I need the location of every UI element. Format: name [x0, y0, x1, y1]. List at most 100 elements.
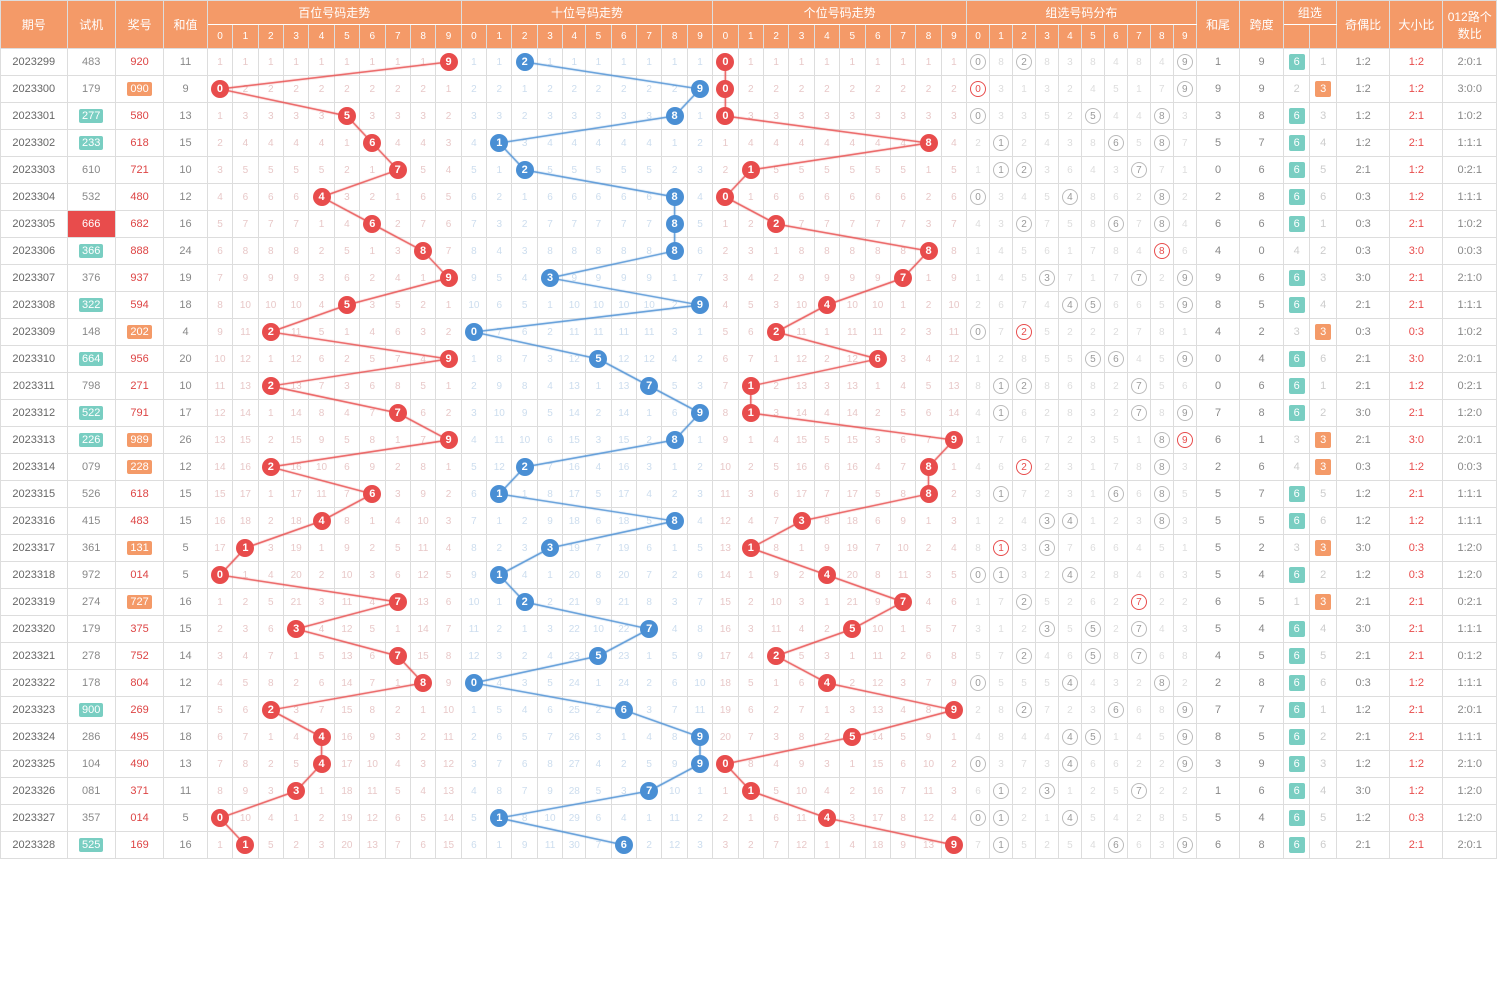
route-cell: 2:1:0: [1443, 751, 1497, 778]
oe-cell: 0:3: [1337, 238, 1390, 265]
sum-cell: 12: [164, 184, 208, 211]
sel3-cell: 3: [1310, 751, 1337, 778]
sel6-cell: 6: [1283, 265, 1310, 292]
route-cell: 1:1:1: [1443, 724, 1497, 751]
route-cell: 2:1:0: [1443, 265, 1497, 292]
span-cell: 0: [1240, 238, 1284, 265]
header-route[interactable]: 012路个数比: [1443, 1, 1497, 49]
issue-cell: 2023326: [1, 778, 68, 805]
header-oe[interactable]: 奇偶比: [1337, 1, 1390, 49]
group-circle: 2: [1016, 54, 1032, 70]
jh-cell: 682: [115, 211, 163, 238]
sel6-cell: 6: [1283, 373, 1310, 400]
bs-cell: 0:3: [1390, 535, 1443, 562]
trend-ball: 3: [541, 539, 559, 557]
trend-ball: 0: [465, 323, 483, 341]
header-shiji[interactable]: 试机: [67, 1, 115, 49]
table-row: 2023304532480124666432165621666668401666…: [1, 184, 1497, 211]
jh-cell: 483: [115, 508, 163, 535]
trend-ball: 4: [818, 809, 836, 827]
sel3-cell: 2: [1310, 562, 1337, 589]
sel6-cell: 3: [1283, 319, 1310, 346]
bs-cell: 1:2: [1390, 184, 1443, 211]
jh-cell: 791: [115, 400, 163, 427]
sel3-cell: 5: [1310, 481, 1337, 508]
route-cell: 1:2:0: [1443, 778, 1497, 805]
header-sum[interactable]: 和值: [164, 1, 208, 49]
sel3-cell: 2: [1310, 724, 1337, 751]
jh-cell: 594: [115, 292, 163, 319]
group-circle: 4: [1062, 729, 1078, 745]
shiji-cell: 522: [67, 400, 115, 427]
bs-cell: 1:2: [1390, 454, 1443, 481]
sum-cell: 13: [164, 751, 208, 778]
span-cell: 7: [1240, 697, 1284, 724]
span-cell: 6: [1240, 454, 1284, 481]
trend-ball: 9: [440, 431, 458, 449]
tail-cell: 6: [1196, 427, 1240, 454]
shiji-cell: 178: [67, 670, 115, 697]
header-span[interactable]: 跨度: [1240, 1, 1284, 49]
span-cell: 9: [1240, 49, 1284, 76]
group-circle: 8: [1154, 243, 1170, 259]
oe-cell: 3:0: [1337, 535, 1390, 562]
group-circle: 8: [1154, 108, 1170, 124]
group-circle: 9: [1177, 837, 1193, 853]
trend-ball: 8: [414, 674, 432, 692]
shiji-cell: 972: [67, 562, 115, 589]
route-cell: 1:2:0: [1443, 562, 1497, 589]
jh-cell: 371: [115, 778, 163, 805]
trend-ball: 9: [691, 80, 709, 98]
span-cell: 8: [1240, 103, 1284, 130]
sel6-cell: 6: [1283, 751, 1310, 778]
sel3-cell: 5: [1310, 157, 1337, 184]
group-circle: 7: [1131, 648, 1147, 664]
sel6-cell: 6: [1283, 400, 1310, 427]
jh-cell: 752: [115, 643, 163, 670]
sel6-cell: 6: [1283, 697, 1310, 724]
trend-ball: 6: [869, 350, 887, 368]
shiji-cell: 322: [67, 292, 115, 319]
bs-cell: 1:2: [1390, 778, 1443, 805]
bs-cell: 2:1: [1390, 130, 1443, 157]
trend-ball: 7: [389, 404, 407, 422]
group-circle: 8: [1154, 216, 1170, 232]
header-tail[interactable]: 和尾: [1196, 1, 1240, 49]
jh-cell: 727: [115, 589, 163, 616]
tail-cell: 2: [1196, 670, 1240, 697]
tail-cell: 5: [1196, 562, 1240, 589]
sum-cell: 15: [164, 616, 208, 643]
oe-cell: 0:3: [1337, 670, 1390, 697]
header-jh[interactable]: 奖号: [115, 1, 163, 49]
tail-cell: 8: [1196, 292, 1240, 319]
trend-ball: 7: [640, 620, 658, 638]
table-row: 2023313226989261315215958179411106153152…: [1, 427, 1497, 454]
issue-cell: 2023302: [1, 130, 68, 157]
trend-ball: 5: [589, 647, 607, 665]
oe-cell: 3:0: [1337, 778, 1390, 805]
tail-cell: 9: [1196, 265, 1240, 292]
oe-cell: 1:2: [1337, 76, 1390, 103]
header-bs[interactable]: 大小比: [1390, 1, 1443, 49]
oe-cell: 0:3: [1337, 211, 1390, 238]
sum-cell: 26: [164, 427, 208, 454]
table-row: 2023302233618152444416443413444441214444…: [1, 130, 1497, 157]
table-row: 2023325104490137825417104312376827425990…: [1, 751, 1497, 778]
trend-ball: 9: [691, 755, 709, 773]
group-circle: 9: [1177, 351, 1193, 367]
trend-ball: 9: [440, 269, 458, 287]
group-circle: 5: [1085, 648, 1101, 664]
header-issue[interactable]: 期号: [1, 1, 68, 49]
tail-cell: 4: [1196, 238, 1240, 265]
table-row: 2023303610721103555521754512555552321555…: [1, 157, 1497, 184]
jh-cell: 580: [115, 103, 163, 130]
route-cell: 1:1:1: [1443, 616, 1497, 643]
issue-cell: 2023313: [1, 427, 68, 454]
tail-cell: 4: [1196, 319, 1240, 346]
trend-ball: 0: [716, 755, 734, 773]
trend-ball: 1: [236, 836, 254, 854]
span-cell: 6: [1240, 778, 1284, 805]
sel6-cell: 6: [1283, 49, 1310, 76]
oe-cell: 2:1: [1337, 832, 1390, 859]
table-row: 2023307376937197999362419954399991734299…: [1, 265, 1497, 292]
